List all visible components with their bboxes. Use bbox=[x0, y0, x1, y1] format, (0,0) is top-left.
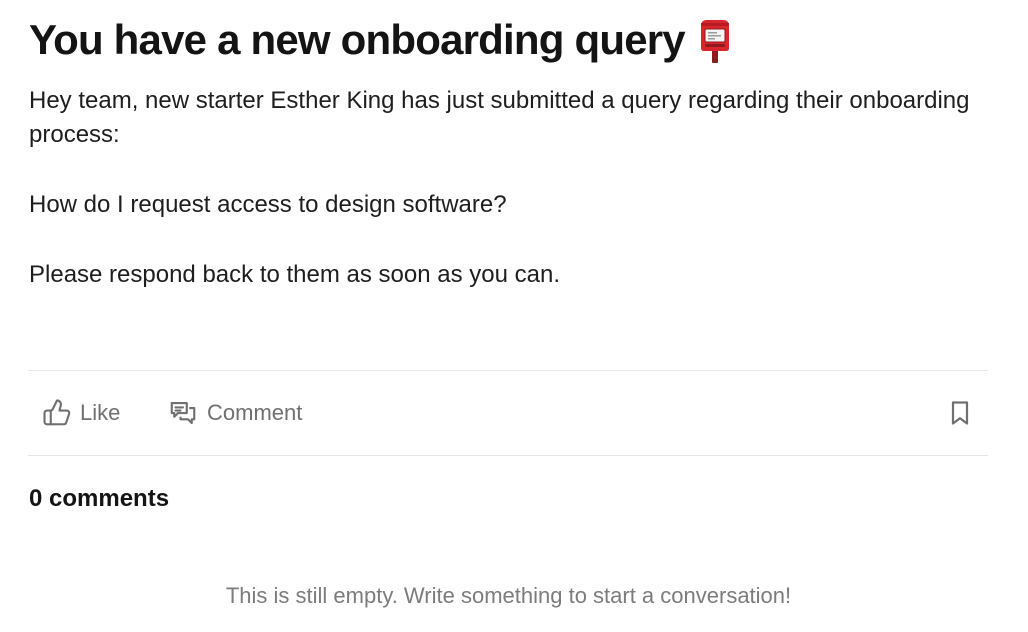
post-intro: Hey team, new starter Esther King has ju… bbox=[29, 87, 970, 148]
comments-empty-message: This is still empty. Write something to … bbox=[225, 583, 792, 608]
post-card: You have a new onboarding query Hey team… bbox=[0, 0, 1028, 632]
divider-bottom bbox=[28, 455, 988, 456]
chat-bubbles-icon bbox=[168, 398, 198, 428]
post-closing: Please respond back to them as soon as y… bbox=[29, 261, 560, 288]
bookmark-button[interactable] bbox=[946, 398, 974, 428]
thumbs-up-icon bbox=[42, 398, 72, 428]
like-button[interactable]: Like bbox=[42, 392, 120, 434]
post-question: How do I request access to design softwa… bbox=[29, 191, 507, 218]
post-title: You have a new onboarding query bbox=[29, 16, 686, 63]
like-label: Like bbox=[80, 400, 121, 425]
bookmark-icon bbox=[946, 401, 974, 432]
comments-count-heading: 0 comments bbox=[29, 485, 170, 512]
post-header: You have a new onboarding query bbox=[29, 14, 733, 66]
divider-top bbox=[28, 370, 988, 371]
post-body: Hey team, new starter Esther King has ju… bbox=[29, 84, 989, 292]
postbox-icon bbox=[697, 18, 733, 64]
comment-label: Comment bbox=[207, 400, 303, 425]
comment-button[interactable]: Comment bbox=[168, 392, 302, 434]
